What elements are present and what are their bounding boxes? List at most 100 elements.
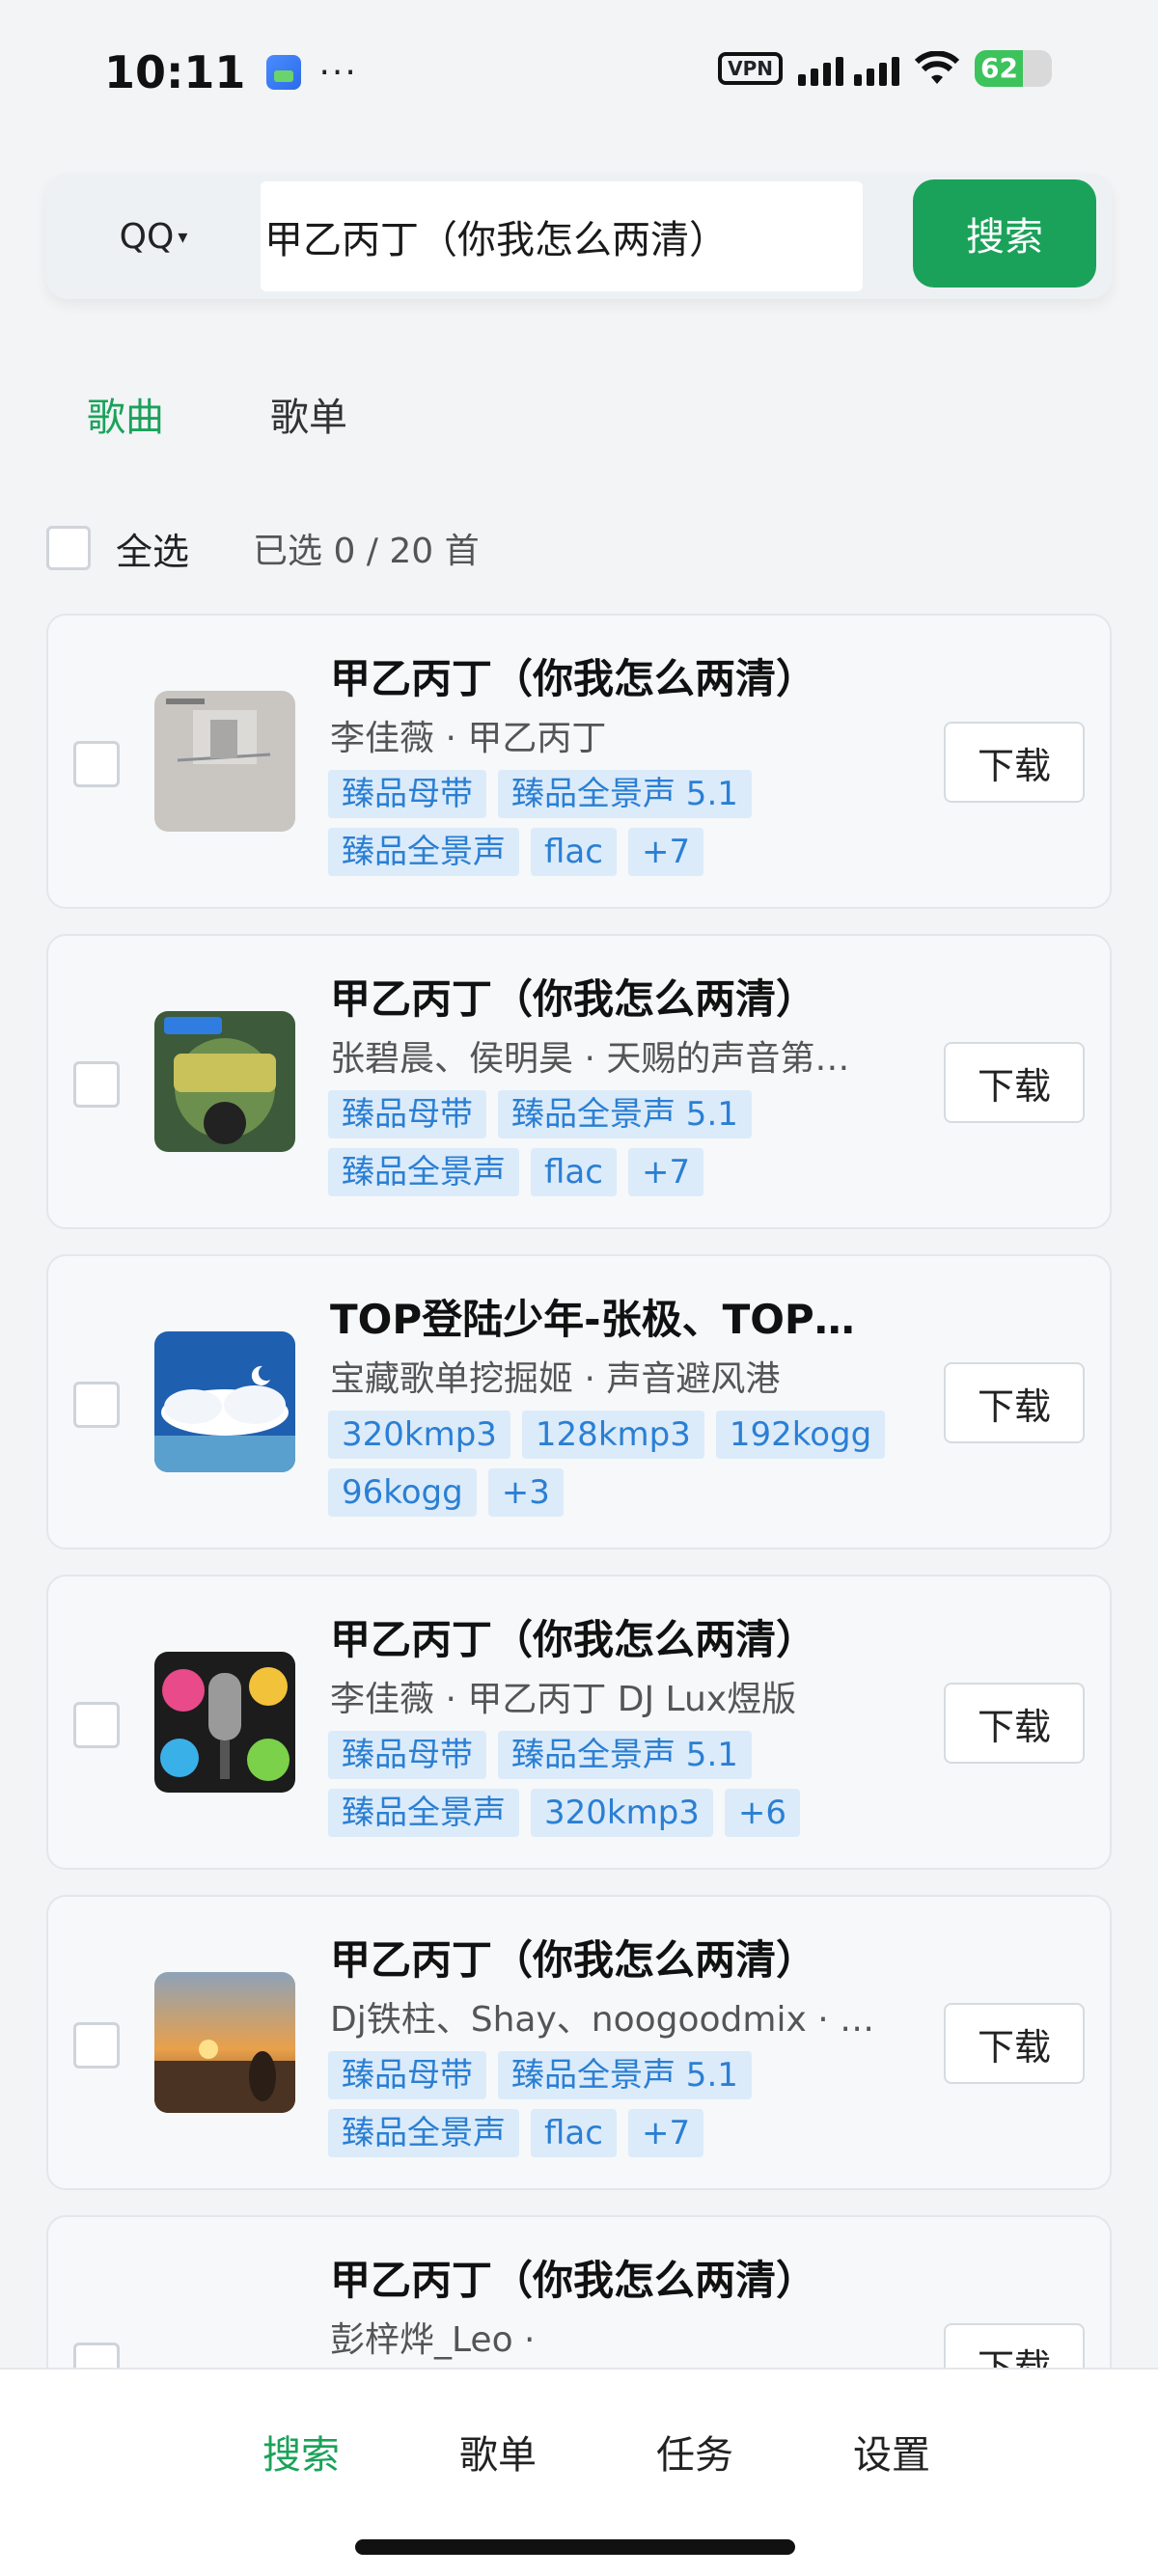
- tab-playlists[interactable]: 歌单: [270, 386, 347, 442]
- battery-icon: 62: [975, 50, 1052, 87]
- select-all-checkbox[interactable]: [46, 526, 91, 570]
- quality-tag: 320kmp3: [328, 1411, 510, 1459]
- quality-tag-more[interactable]: +7: [627, 1148, 704, 1196]
- song-title: 甲乙丙丁（你我怎么两清）: [330, 1936, 817, 1984]
- album-cover-art-icon: [154, 1972, 295, 2113]
- quality-tags: 臻品母带 臻品全景声 5.1 臻品全景声 320kmp3 +6: [328, 1731, 926, 1837]
- song-card: 甲乙丙丁（你我怎么两清） Dj铁柱、Shay、noogoodmix · … 臻品…: [46, 1895, 1112, 2190]
- song-title: TOP登陆少年-张极、TOP…: [330, 1296, 855, 1343]
- nav-tasks[interactable]: 任务: [637, 2424, 753, 2480]
- quality-tag: 臻品全景声 5.1: [498, 2051, 752, 2099]
- quality-tag: 臻品母带: [328, 1731, 486, 1779]
- album-cover-art-icon: [154, 1011, 295, 1152]
- album-cover-art-icon: [154, 1652, 295, 1793]
- quality-tag: flac: [531, 1148, 617, 1196]
- signal-icon: [798, 51, 899, 86]
- quality-tag: 臻品母带: [328, 770, 486, 818]
- selection-count: 已选 0 / 20 首: [253, 532, 480, 571]
- quality-tag: 臻品母带: [328, 2051, 486, 2099]
- quality-tags: 臻品母带 臻品全景声 5.1 臻品全景声 flac +7: [328, 1090, 926, 1196]
- select-all-label[interactable]: 全选: [116, 522, 189, 575]
- quality-tag-more[interactable]: +3: [487, 1468, 564, 1517]
- quality-tag: 臻品全景声 5.1: [498, 1090, 752, 1138]
- quality-tag: 臻品全景声: [328, 828, 519, 876]
- song-checkbox-wrap: [73, 741, 120, 787]
- song-artist-album: 彭梓烨_Leo ·: [330, 2320, 536, 2360]
- dropdown-caret-icon: ▾: [178, 225, 188, 248]
- select-all-row: 全选 已选 0 / 20 首: [46, 521, 480, 575]
- wifi-icon: [915, 51, 959, 84]
- song-card: 甲乙丙丁（你我怎么两清） 李佳薇 · 甲乙丙丁 臻品母带 臻品全景声 5.1 臻…: [46, 614, 1112, 909]
- song-card: 甲乙丙丁（你我怎么两清） 李佳薇 · 甲乙丙丁 DJ Lux煜版 臻品母带 臻品…: [46, 1575, 1112, 1870]
- quality-tag: 臻品全景声: [328, 2109, 519, 2157]
- song-checkbox[interactable]: [73, 1382, 120, 1428]
- song-checkbox[interactable]: [73, 741, 120, 787]
- vpn-icon: VPN: [718, 52, 783, 85]
- song-title: 甲乙丙丁（你我怎么两清）: [330, 975, 817, 1023]
- quality-tags: 臻品母带 臻品全景声 5.1 臻品全景声 flac +7: [328, 770, 926, 876]
- nav-playlists[interactable]: 歌单: [440, 2424, 556, 2480]
- status-indicators: VPN 62: [718, 50, 1052, 87]
- download-button[interactable]: 下载: [944, 1042, 1085, 1123]
- quality-tag: flac: [531, 828, 617, 876]
- app-notification-icon: [266, 55, 302, 90]
- quality-tag: 臻品全景声 5.1: [498, 770, 752, 818]
- quality-tag-more[interactable]: +7: [627, 828, 704, 876]
- status-time: 10:11: [104, 46, 246, 98]
- quality-tag: 192kogg: [715, 1411, 886, 1459]
- quality-tag: flac: [531, 2109, 617, 2157]
- song-checkbox[interactable]: [73, 1702, 120, 1748]
- home-indicator[interactable]: [355, 2539, 795, 2555]
- quality-tag: 臻品全景声 5.1: [498, 1731, 752, 1779]
- album-cover-art-icon: [154, 1331, 295, 1472]
- tab-songs[interactable]: 歌曲: [87, 386, 164, 442]
- download-button[interactable]: 下载: [944, 2003, 1085, 2084]
- source-select[interactable]: QQ ▾: [46, 181, 261, 291]
- song-artist-album: 宝藏歌单挖掘姬 · 声音避风港: [330, 1359, 781, 1399]
- search-bar: QQ ▾ 搜索: [46, 174, 1112, 299]
- search-button[interactable]: 搜索: [913, 179, 1096, 288]
- quality-tag: 臻品全景声: [328, 1148, 519, 1196]
- album-cover-art-icon: [154, 691, 295, 832]
- song-card: TOP登陆少年-张极、TOP… 宝藏歌单挖掘姬 · 声音避风港 320kmp3 …: [46, 1254, 1112, 1549]
- quality-tags: 臻品母带 臻品全景声 5.1 臻品全景声 flac +7: [328, 2051, 926, 2157]
- song-artist-album: Dj铁柱、Shay、noogoodmix · …: [330, 2000, 875, 2040]
- quality-tag-more[interactable]: +7: [627, 2109, 704, 2157]
- source-label: QQ: [119, 216, 175, 257]
- album-cover: [154, 1972, 295, 2113]
- song-checkbox[interactable]: [73, 2022, 120, 2069]
- song-checkbox-wrap: [73, 2022, 120, 2069]
- song-checkbox-wrap: [73, 1382, 120, 1428]
- quality-tag: 128kmp3: [521, 1411, 704, 1459]
- song-artist-album: 张碧晨、侯明昊 · 天赐的声音第…: [330, 1039, 850, 1079]
- quality-tags: 320kmp3 128kmp3 192kogg 96kogg +3: [328, 1411, 926, 1517]
- download-button[interactable]: 下载: [944, 1362, 1085, 1443]
- song-artist-album: 李佳薇 · 甲乙丙丁 DJ Lux煜版: [330, 1680, 797, 1719]
- result-tabs: 歌曲 歌单: [87, 386, 347, 442]
- song-title: 甲乙丙丁（你我怎么两清）: [330, 2257, 817, 2304]
- song-checkbox[interactable]: [73, 1061, 120, 1108]
- download-button[interactable]: 下载: [944, 1683, 1085, 1764]
- nav-search[interactable]: 搜索: [243, 2424, 359, 2480]
- status-bar: 10:11 ··· VPN 62: [0, 0, 1158, 145]
- quality-tag: 臻品母带: [328, 1090, 486, 1138]
- album-cover: [154, 1331, 295, 1472]
- song-artist-album: 李佳薇 · 甲乙丙丁: [330, 719, 607, 758]
- song-title: 甲乙丙丁（你我怎么两清）: [330, 655, 817, 702]
- quality-tag-more[interactable]: +6: [724, 1789, 801, 1837]
- album-cover: [154, 1652, 295, 1793]
- song-checkbox-wrap: [73, 1061, 120, 1108]
- album-cover: [154, 1011, 295, 1152]
- song-checkbox-wrap: [73, 1702, 120, 1748]
- quality-tag: 320kmp3: [531, 1789, 713, 1837]
- download-button[interactable]: 下载: [944, 722, 1085, 803]
- quality-tag: 臻品全景声: [328, 1789, 519, 1837]
- nav-settings[interactable]: 设置: [834, 2424, 950, 2480]
- search-input[interactable]: [261, 181, 863, 291]
- song-title: 甲乙丙丁（你我怎么两清）: [330, 1616, 817, 1663]
- song-card: 甲乙丙丁（你我怎么两清） 张碧晨、侯明昊 · 天赐的声音第… 臻品母带 臻品全景…: [46, 934, 1112, 1229]
- quality-tag: 96kogg: [328, 1468, 477, 1517]
- battery-level: 62: [980, 52, 1018, 84]
- more-notifications-icon: ···: [318, 52, 358, 93]
- album-cover: [154, 691, 295, 832]
